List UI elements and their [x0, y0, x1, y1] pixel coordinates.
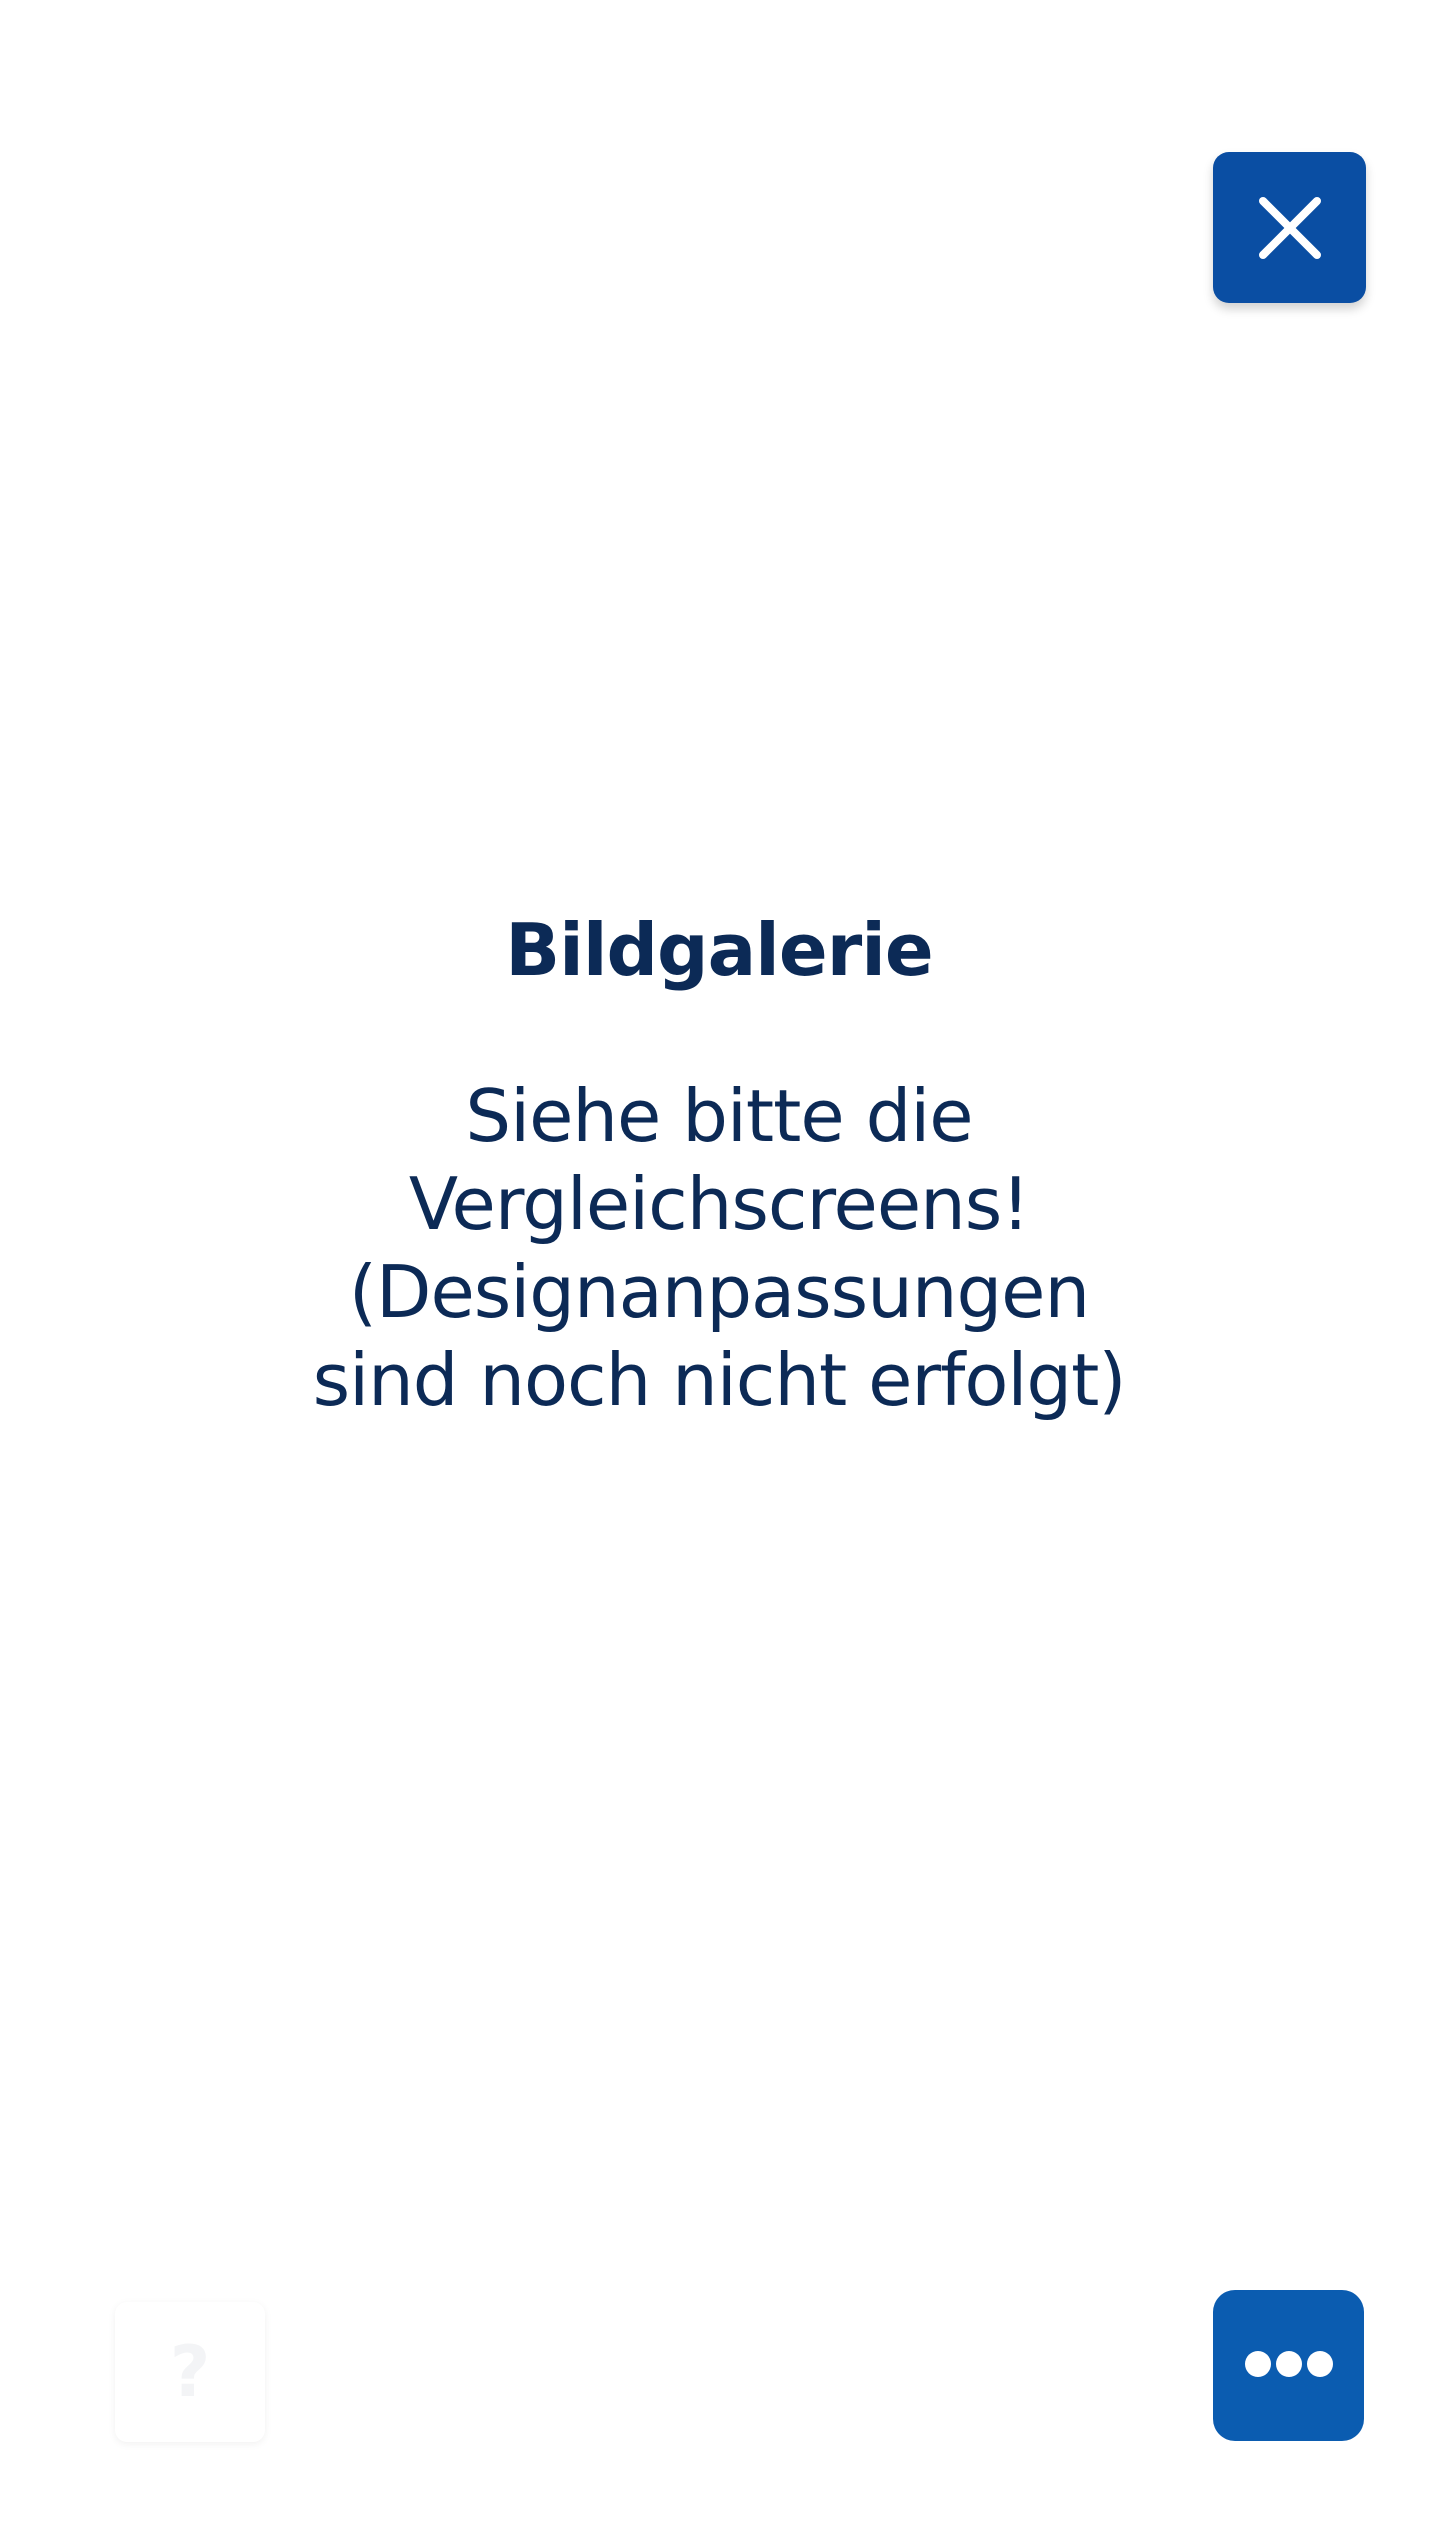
more-dots-icon [1244, 2350, 1334, 2381]
help-button[interactable]: ? [115, 2302, 265, 2442]
page-title: Bildgalerie [505, 908, 933, 992]
info-message: Siehe bitte die Vergleichscreens! (Desig… [312, 1074, 1127, 1422]
close-icon [1257, 195, 1323, 261]
close-button[interactable] [1213, 152, 1366, 303]
more-options-button[interactable] [1213, 2290, 1364, 2441]
gallery-content: Bildgalerie Siehe bitte die Vergleichscr… [0, 900, 1438, 1424]
gallery-screen: Bildgalerie Siehe bitte die Vergleichscr… [0, 0, 1438, 2546]
question-icon: ? [169, 2331, 211, 2413]
